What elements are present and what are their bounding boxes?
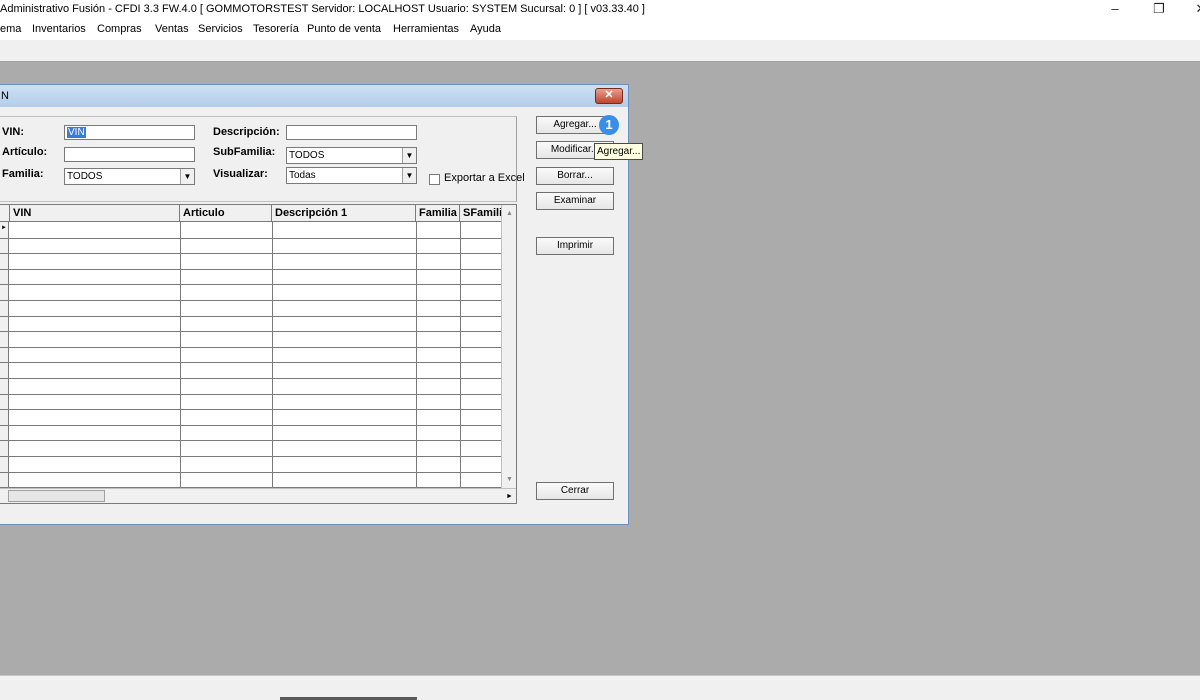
grid-row-line [0, 269, 501, 270]
chevron-down-icon: ▼ [180, 169, 194, 184]
grid-horizontal-scrollbar[interactable]: ► [0, 488, 516, 503]
horizontal-scroll-thumb[interactable] [8, 490, 105, 502]
minimize-button[interactable]: – [1092, 0, 1138, 20]
current-row-marker-icon: ► [1, 225, 7, 231]
grid-row-line [0, 472, 501, 473]
arrow-right-icon[interactable]: ► [502, 489, 516, 503]
subfamilia-select[interactable]: TODOS ▼ [286, 147, 417, 164]
vin-input[interactable]: VIN [64, 125, 195, 140]
grid-column-line [180, 222, 181, 488]
grid-row-line [0, 253, 501, 254]
grid-row-line [0, 316, 501, 317]
grid-header: VIN Articulo Descripción 1 Familia SFami… [0, 205, 501, 222]
menu-compras[interactable]: Compras [97, 23, 142, 35]
grid-row-line [0, 456, 501, 457]
header-corner [0, 205, 10, 222]
chevron-down-icon: ▼ [402, 148, 416, 163]
restore-button[interactable]: ❐ [1136, 0, 1182, 20]
column-header-sfamilia[interactable]: SFamilia [460, 205, 501, 222]
grid-vertical-scrollbar[interactable]: ▲ ▼ [501, 205, 516, 488]
articulo-input[interactable] [64, 147, 195, 162]
exportar-excel-label: Exportar a Excel [444, 172, 525, 184]
dialog-close-button[interactable]: ✕ [595, 88, 623, 104]
grid-row-line [0, 331, 501, 332]
familia-select[interactable]: TODOS ▼ [64, 168, 195, 185]
grid-row-line [0, 409, 501, 410]
cerrar-button[interactable]: Cerrar [536, 482, 614, 500]
subfamilia-select-value: TODOS [289, 150, 325, 161]
grid-row-line [0, 362, 501, 363]
row-selector-column: ► [0, 222, 9, 488]
exportar-excel-checkbox[interactable] [429, 174, 440, 185]
vin-label: VIN: [2, 126, 24, 138]
menu-herramientas[interactable]: Herramientas [393, 23, 459, 35]
visualizar-select[interactable]: Todas ▼ [286, 167, 417, 184]
grid-row-line [0, 378, 501, 379]
grid-column-line [416, 222, 417, 488]
descripcion-label: Descripción: [213, 126, 280, 138]
vin-dialog: N ✕ VIN: VIN Artículo: Familia: TODOS ▼ … [0, 84, 629, 525]
step-badge: 1 [599, 115, 619, 135]
descripcion-input[interactable] [286, 125, 417, 140]
arrow-down-icon[interactable]: ▼ [502, 472, 516, 487]
menu-inventarios[interactable]: Inventarios [32, 23, 86, 35]
vin-input-value: VIN [67, 127, 86, 138]
familia-select-value: TODOS [67, 171, 103, 182]
menu-tesoreria[interactable]: Tesorería [253, 23, 299, 35]
menu-punto-de-venta[interactable]: Punto de venta [307, 23, 381, 35]
arrow-up-icon[interactable]: ▲ [502, 206, 516, 221]
visualizar-select-value: Todas [289, 170, 316, 181]
grid-column-line [460, 222, 461, 488]
articulo-label: Artículo: [2, 146, 48, 158]
examinar-button[interactable]: Examinar [536, 192, 614, 210]
filter-panel: VIN: VIN Artículo: Familia: TODOS ▼ Desc… [0, 116, 525, 202]
chevron-down-icon: ▼ [402, 168, 416, 183]
grid-row-line [0, 238, 501, 239]
menu-servicios[interactable]: Servicios [198, 23, 243, 35]
grid-row-line [0, 300, 501, 301]
menu-sistema[interactable]: ema [0, 23, 21, 35]
grid-row-line [0, 425, 501, 426]
agregar-tooltip: Agregar... [594, 143, 644, 160]
vin-grid[interactable]: VIN Articulo Descripción 1 Familia SFami… [0, 204, 517, 504]
grid-row-line [0, 347, 501, 348]
menu-ayuda[interactable]: Ayuda [470, 23, 501, 35]
imprimir-button[interactable]: Imprimir [536, 237, 614, 255]
grid-row-line [0, 440, 501, 441]
subfamilia-label: SubFamilia: [213, 146, 276, 158]
column-header-familia[interactable]: Familia [416, 205, 460, 222]
familia-label: Familia: [2, 168, 44, 180]
column-header-descripcion[interactable]: Descripción 1 [272, 205, 416, 222]
toolbar-strip [0, 40, 1200, 62]
close-app-button[interactable]: ✕ [1178, 0, 1200, 20]
column-header-articulo[interactable]: Articulo [180, 205, 272, 222]
dialog-title: N [1, 90, 9, 102]
app-title: Administrativo Fusión - CFDI 3.3 FW.4.0 … [0, 3, 645, 15]
grid-row-line [0, 284, 501, 285]
status-bar [0, 675, 1200, 700]
borrar-button[interactable]: Borrar... [536, 167, 614, 185]
grid-row-line [0, 394, 501, 395]
menu-bar: ema Inventarios Compras Ventas Servicios… [0, 20, 1200, 40]
menu-ventas[interactable]: Ventas [155, 23, 189, 35]
dialog-title-bar: N ✕ [0, 85, 628, 107]
app-title-bar: Administrativo Fusión - CFDI 3.3 FW.4.0 … [0, 0, 1200, 20]
visualizar-label: Visualizar: [213, 168, 268, 180]
grid-column-line [272, 222, 273, 488]
column-header-vin[interactable]: VIN [10, 205, 180, 222]
